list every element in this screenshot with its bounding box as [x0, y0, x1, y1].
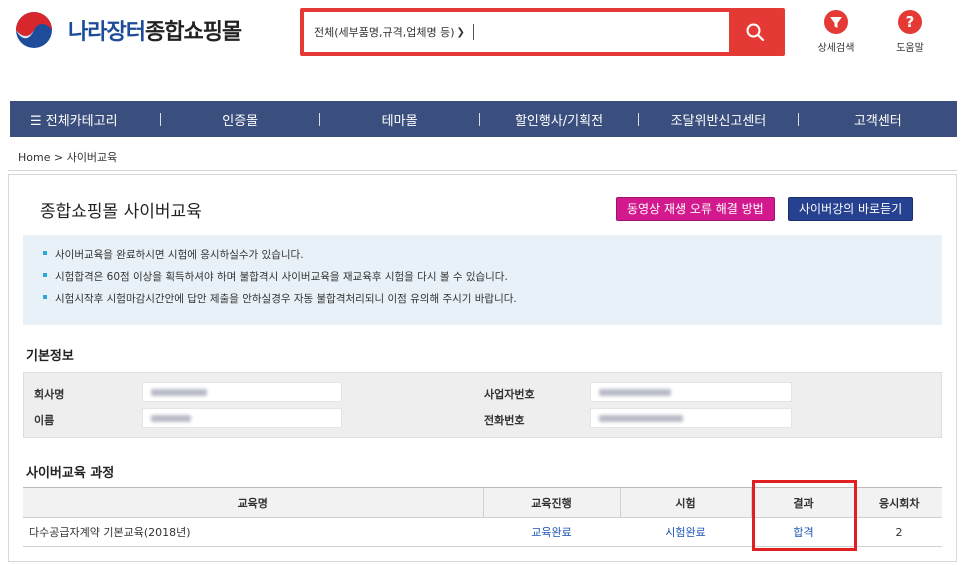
search-icon [746, 23, 765, 42]
site-logo[interactable]: 나라장터종합쇼핑몰 [8, 10, 242, 50]
logo-emblem-icon [8, 10, 60, 50]
direct-lecture-button[interactable]: 사이버강의 바로듣기 [788, 197, 914, 221]
notice-item: 사이버교육을 완료하시면 시험에 응시하실수가 있습니다. [43, 244, 942, 266]
notice-item: 시험시작후 시험마감시간안에 답안 제출을 안하실경우 자동 불합격처리되니 이… [43, 288, 942, 310]
column-header-attempts: 응시회차 [855, 487, 942, 518]
help-icon: ? [898, 10, 922, 34]
notice-box: 사이버교육을 완료하시면 시험에 응시하실수가 있습니다. 시험합격은 60점 … [23, 235, 942, 325]
nav-item-customer-center[interactable]: 고객센터 [799, 110, 957, 129]
search-bar: 전체(세부품명,규격,업체명 등) ❯ [300, 8, 785, 56]
nav-item-violation-report[interactable]: 조달위반신고센터 [639, 110, 797, 129]
biz-number-label: 사업자번호 [484, 388, 535, 401]
biz-number-value [590, 382, 792, 402]
filter-icon [824, 10, 848, 34]
breadcrumb-divider [8, 170, 957, 171]
nav-separator [797, 112, 799, 126]
basic-info-heading: 기본정보 [26, 349, 74, 364]
notice-item: 시험합격은 60점 이상을 획득하셔야 하며 불합격시 사이버교육을 재교육후 … [43, 266, 942, 288]
nav-item-label: 전체카테고리 [45, 113, 118, 129]
nav-item-discount-events[interactable]: 할인행사/기획전 [480, 110, 638, 129]
video-error-help-button[interactable]: 동영상 재생 오류 해결 방법 [616, 197, 775, 221]
search-scope-label: 전체(세부품명,규격,업체명 등) [314, 26, 455, 39]
company-label: 회사명 [34, 388, 65, 401]
company-value [142, 382, 342, 402]
column-header-course-name: 교육명 [23, 487, 483, 518]
nav-item-all-categories[interactable]: ☰ 전체카테고리 [10, 110, 160, 129]
menu-icon: ☰ [30, 113, 42, 129]
basic-info-box: 회사명 이름 사업자번호 전화번호 [23, 372, 942, 438]
help-button[interactable]: ? 도움말 [886, 10, 934, 54]
courses-heading: 사이버교육 과정 [26, 466, 115, 481]
logo-text-dark: 종합쇼핑몰 [144, 20, 242, 45]
name-value [142, 408, 342, 428]
name-label: 이름 [34, 414, 55, 427]
logo-text-blue: 나라장터 [68, 20, 146, 45]
help-label: 도움말 [896, 43, 924, 54]
course-name-cell: 다수공급자계약 기본교육(2018년) [23, 517, 483, 547]
page: 나라장터종합쇼핑몰 전체(세부품명,규격,업체명 등) ❯ 상세검색 ? 도움말… [0, 0, 966, 565]
chevron-down-icon: ❯ [456, 26, 465, 38]
course-progress-link[interactable]: 교육완료 [483, 517, 620, 547]
nav-separator [319, 112, 321, 126]
nav-separator [638, 112, 640, 126]
result-highlight-box [752, 480, 857, 551]
search-button[interactable] [729, 12, 781, 52]
main-nav: ☰ 전체카테고리 인증몰 테마몰 할인행사/기획전 조달위반신고센터 고객센터 [10, 101, 957, 137]
search-scope-select[interactable]: 전체(세부품명,규격,업체명 등) ❯ [304, 24, 465, 40]
column-header-progress: 교육진행 [482, 487, 620, 518]
phone-label: 전화번호 [484, 414, 525, 427]
detail-search-button[interactable]: 상세검색 [812, 10, 860, 54]
column-header-exam: 시험 [619, 487, 751, 518]
breadcrumb: Home > 사이버교육 [18, 151, 118, 164]
exam-status-link[interactable]: 시험완료 [620, 517, 751, 547]
attempts-cell: 2 [856, 517, 942, 547]
nav-item-certified-mall[interactable]: 인증몰 [161, 110, 319, 129]
search-input[interactable] [473, 12, 729, 52]
logo-text: 나라장터종합쇼핑몰 [68, 14, 242, 46]
nav-separator [160, 112, 161, 126]
phone-value [590, 408, 792, 428]
page-title: 종합쇼핑몰 사이버교육 [40, 202, 202, 222]
detail-search-label: 상세검색 [817, 43, 855, 54]
nav-item-theme-mall[interactable]: 테마몰 [320, 110, 478, 129]
nav-separator [478, 112, 480, 126]
